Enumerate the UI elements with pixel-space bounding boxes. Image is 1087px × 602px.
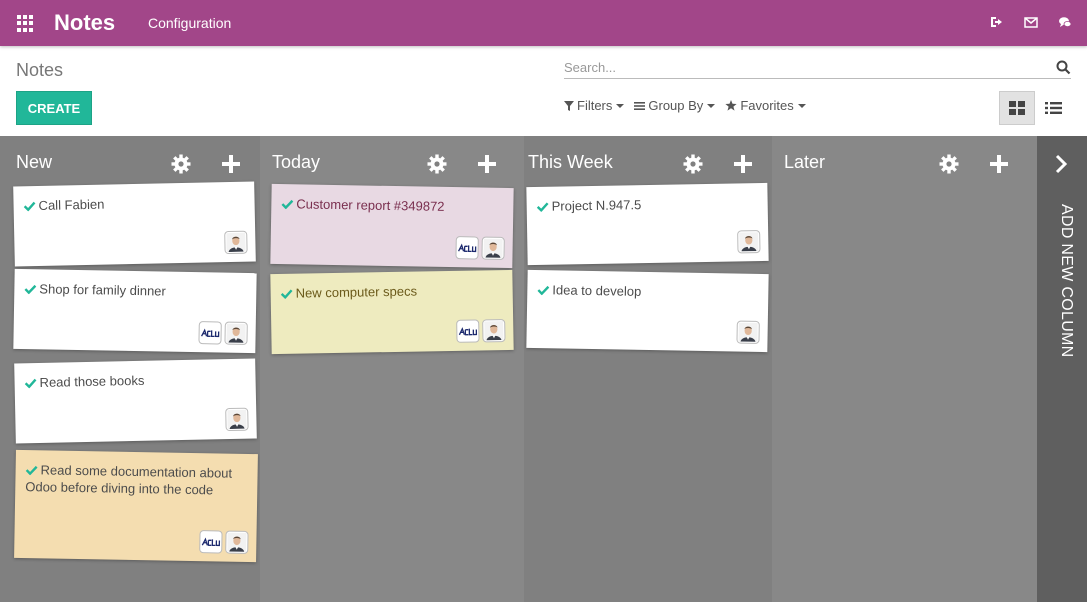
add-new-column-button[interactable]: ADD NEW COLUMN: [1037, 136, 1087, 602]
list-view-button[interactable]: [1035, 91, 1071, 125]
kanban-card[interactable]: Read those books: [14, 358, 257, 444]
card-avatars: [221, 230, 248, 255]
check-icon: [281, 199, 294, 210]
column-title: Later: [784, 152, 826, 172]
logo-avatar: [199, 530, 223, 554]
card-title: Idea to develop: [537, 281, 758, 302]
check-icon: [537, 285, 550, 296]
gear-icon[interactable]: [171, 154, 191, 174]
kanban-card[interactable]: Project N.947.5: [526, 182, 769, 266]
person-avatar: [737, 230, 761, 254]
apps-menu-icon[interactable]: [17, 15, 34, 32]
gear-icon[interactable]: [683, 154, 703, 174]
plus-icon[interactable]: [221, 154, 241, 174]
kanban-card[interactable]: Customer report #349872: [270, 183, 514, 269]
filter-icon: [564, 100, 574, 111]
kanban-card[interactable]: New computer specs: [270, 269, 514, 355]
kanban-card[interactable]: Shop for family dinner: [13, 268, 257, 354]
kanban-card[interactable]: Idea to develop: [526, 269, 769, 353]
check-icon: [280, 289, 293, 299]
chevron-right-icon: [1055, 154, 1068, 174]
kanban-view-button[interactable]: [999, 91, 1035, 125]
list-bars-icon: [634, 101, 646, 110]
groupby-label: Group By: [648, 98, 704, 113]
add-new-column-label: ADD NEW COLUMN: [1058, 204, 1075, 358]
logo-avatar: [455, 236, 479, 260]
check-icon: [23, 201, 36, 212]
person-avatar: [482, 319, 506, 343]
card-avatars: [734, 230, 761, 254]
card-avatars: [222, 407, 249, 432]
kanban-card[interactable]: Read some documentation about Odoo befor…: [14, 449, 258, 563]
logo-avatar: [456, 319, 480, 343]
app-brand: Notes: [54, 10, 116, 35]
person-avatar: [224, 230, 248, 255]
favorites-label: Favorites: [740, 98, 794, 113]
check-icon: [24, 378, 37, 389]
card-title: Customer report #349872: [281, 195, 503, 216]
search-icon[interactable]: [1056, 60, 1071, 75]
kanban-column-later: Later: [772, 136, 1037, 602]
plus-icon[interactable]: [989, 154, 1009, 174]
column-title: This Week: [528, 152, 613, 172]
person-avatar: [224, 321, 248, 345]
check-icon: [536, 202, 549, 212]
kanban-card[interactable]: Call Fabien: [13, 181, 256, 267]
favorites-dropdown[interactable]: Favorites: [725, 98, 806, 113]
logo-avatar: [198, 321, 222, 345]
plus-icon[interactable]: [477, 154, 497, 174]
kanban-column-new: New Call Fabien Shop for family dinner R…: [0, 136, 260, 602]
kanban-column-this-week: This Week Project N.947.5 Idea to develo…: [524, 136, 772, 602]
card-title: Read those books: [24, 370, 245, 392]
card-title: Shop for family dinner: [24, 280, 246, 301]
check-icon: [25, 465, 38, 476]
top-navbar: Notes Configuration: [0, 0, 1087, 46]
groupby-dropdown[interactable]: Group By: [634, 98, 716, 113]
star-icon: [725, 100, 737, 111]
logout-icon[interactable]: [989, 15, 1003, 29]
create-button[interactable]: CREATE: [16, 91, 92, 125]
search-options: Filters Group By Favorites: [564, 98, 816, 113]
gear-icon[interactable]: [427, 154, 447, 174]
person-avatar: [225, 530, 249, 554]
person-avatar: [481, 236, 505, 260]
column-title: New: [16, 152, 53, 172]
kanban-board: New Call Fabien Shop for family dinner R…: [0, 136, 1087, 602]
list-icon: [1044, 102, 1062, 114]
filters-dropdown[interactable]: Filters: [564, 98, 625, 113]
card-title: New computer specs: [280, 281, 503, 302]
search-input[interactable]: [564, 58, 1044, 76]
kanban-grid-icon: [1009, 101, 1025, 115]
card-avatars: [196, 530, 249, 554]
kanban-column-today: Today Customer report #349872 New comput…: [260, 136, 524, 602]
card-avatars: [195, 321, 248, 345]
plus-icon[interactable]: [733, 154, 753, 174]
gear-icon[interactable]: [939, 154, 959, 174]
column-title: Today: [272, 152, 321, 172]
breadcrumb: Notes: [16, 60, 64, 80]
chat-icon[interactable]: [1058, 15, 1072, 29]
card-avatars: [733, 320, 760, 344]
person-avatar: [736, 320, 760, 344]
filters-label: Filters: [577, 98, 613, 113]
menu-configuration[interactable]: Configuration: [148, 15, 231, 31]
search-bar: [564, 58, 1071, 79]
card-title: Call Fabien: [23, 193, 244, 215]
card-title: Read some documentation about Odoo befor…: [25, 462, 233, 498]
card-avatars: [452, 236, 505, 260]
check-icon: [24, 284, 37, 295]
card-title: Project N.947.5: [536, 194, 758, 215]
person-avatar: [225, 407, 249, 432]
card-avatars: [453, 319, 506, 343]
mail-icon[interactable]: [1024, 15, 1038, 29]
